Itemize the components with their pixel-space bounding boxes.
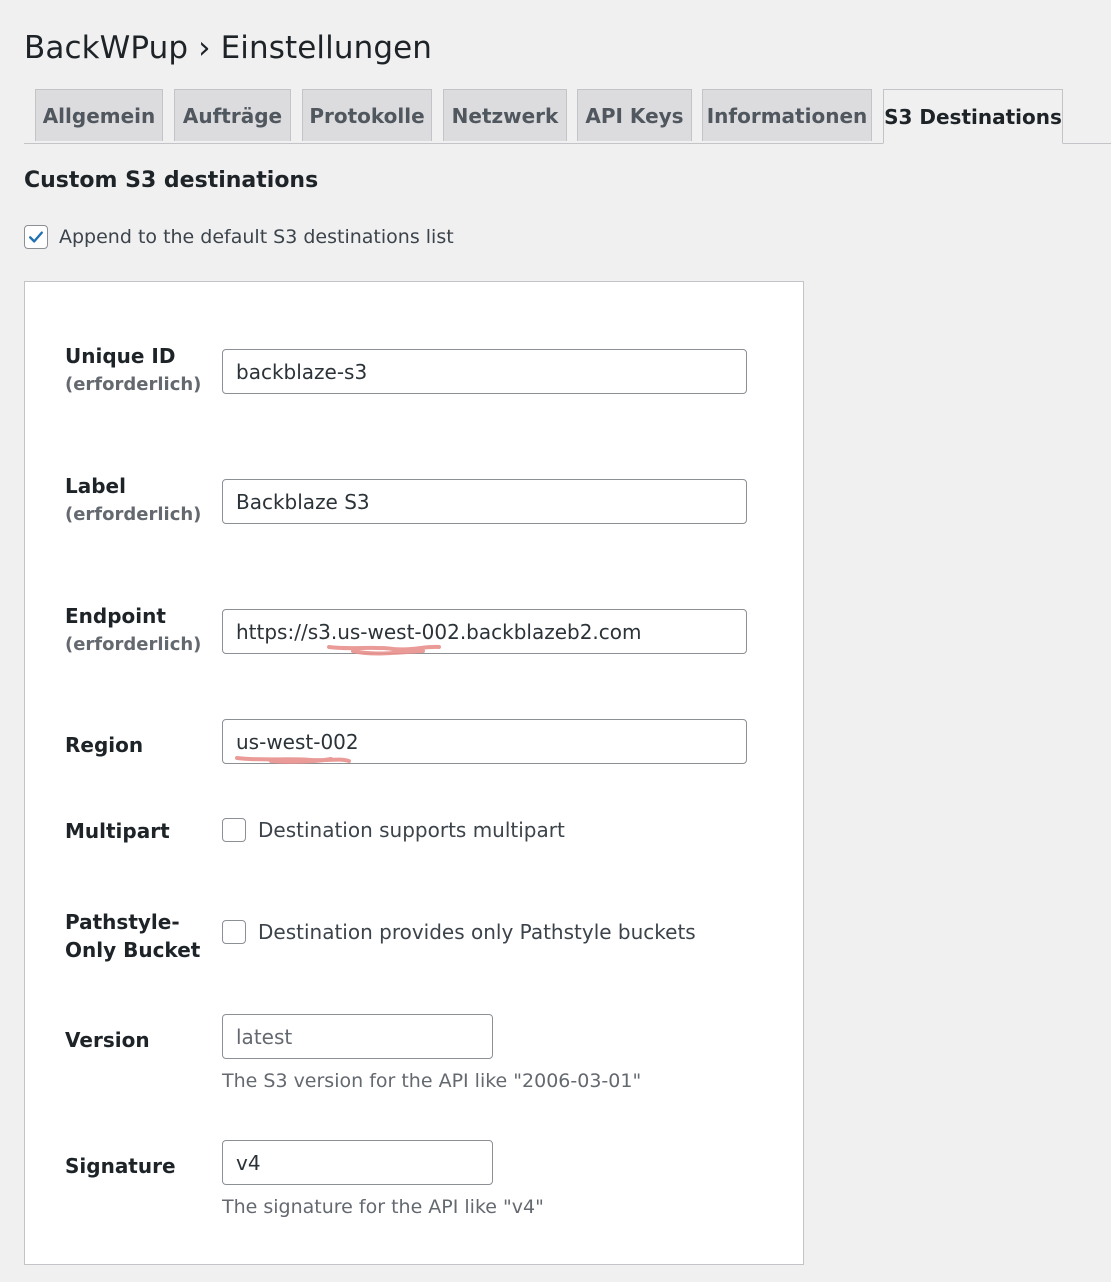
tab-netzwerk[interactable]: Netzwerk <box>443 89 567 141</box>
label-value: Backblaze S3 <box>236 489 370 514</box>
tab-protokolle[interactable]: Protokolle <box>302 89 432 141</box>
multipart-option: Destination supports multipart <box>222 818 565 842</box>
page-title: BackWPup › Einstellungen <box>24 30 433 66</box>
label-input[interactable]: Backblaze S3 <box>222 479 747 524</box>
version-description: The S3 version for the API like "2006-03… <box>222 1070 642 1092</box>
pathstyle-option-label: Destination provides only Pathstyle buck… <box>258 920 696 944</box>
section-title: Custom S3 destinations <box>24 168 319 193</box>
unique-id-label: Unique ID (erforderlich) <box>65 342 201 400</box>
settings-tabs: Allgemein Aufträge Protokolle Netzwerk A… <box>24 89 1111 144</box>
multipart-option-label: Destination supports multipart <box>258 818 565 842</box>
multipart-checkbox[interactable] <box>222 818 246 842</box>
required-note: (erforderlich) <box>65 374 202 395</box>
tab-informationen[interactable]: Informationen <box>702 89 872 141</box>
required-note: (erforderlich) <box>65 504 202 525</box>
unique-id-input[interactable]: backblaze-s3 <box>222 349 747 394</box>
checkmark-icon <box>29 231 43 243</box>
signature-label: Signature <box>65 1154 176 1178</box>
tab-api-keys[interactable]: API Keys <box>577 89 692 141</box>
multipart-label: Multipart <box>65 819 170 843</box>
pathstyle-option: Destination provides only Pathstyle buck… <box>222 920 696 944</box>
append-default-checkbox[interactable] <box>24 225 48 249</box>
signature-value: v4 <box>236 1150 261 1175</box>
required-note: (erforderlich) <box>65 634 202 655</box>
version-placeholder: latest <box>236 1024 293 1049</box>
region-value: us-west-002 <box>236 729 359 754</box>
tab-allgemein[interactable]: Allgemein <box>35 89 163 141</box>
append-default-label: Append to the default S3 destinations li… <box>59 226 454 248</box>
version-input[interactable]: latest <box>222 1014 493 1059</box>
pathstyle-checkbox[interactable] <box>222 920 246 944</box>
append-default-option: Append to the default S3 destinations li… <box>24 225 454 249</box>
tab-s3-destinations[interactable]: S3 Destinations <box>883 89 1063 144</box>
tab-auftraege[interactable]: Aufträge <box>174 89 291 141</box>
pathstyle-label: Pathstyle- Only Bucket <box>65 910 201 962</box>
region-input[interactable]: us-west-002 <box>222 719 747 764</box>
signature-input[interactable]: v4 <box>222 1140 493 1185</box>
version-label: Version <box>65 1028 150 1052</box>
destination-form-panel: Unique ID (erforderlich) backblaze-s3 La… <box>24 281 804 1265</box>
label-field-label: Label (erforderlich) <box>65 472 201 530</box>
region-label: Region <box>65 733 144 757</box>
endpoint-value: https://s3.us-west-002.backblazeb2.com <box>236 619 642 644</box>
endpoint-input[interactable]: https://s3.us-west-002.backblazeb2.com <box>222 609 747 654</box>
signature-description: The signature for the API like "v4" <box>222 1196 544 1218</box>
endpoint-label: Endpoint (erforderlich) <box>65 602 201 660</box>
unique-id-value: backblaze-s3 <box>236 359 368 384</box>
